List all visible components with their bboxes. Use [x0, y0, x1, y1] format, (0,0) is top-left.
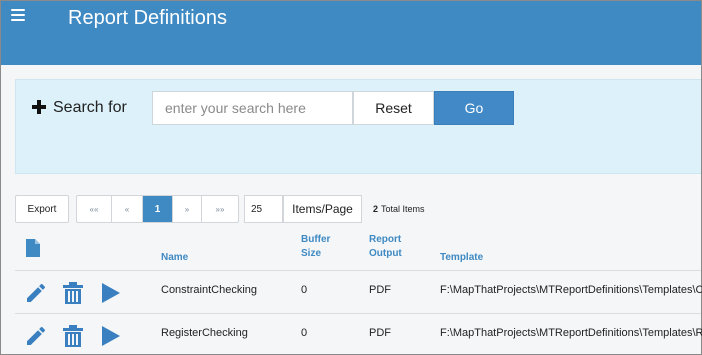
- search-panel: Search for Reset Go: [15, 79, 701, 174]
- pagination: «« « 1 » »»: [76, 195, 239, 223]
- cell-template: F:\MapThatProjects\MTReportDefinitions\T…: [440, 327, 702, 339]
- trash-icon[interactable]: [62, 324, 84, 348]
- cell-name: ConstraintChecking: [161, 284, 257, 296]
- column-header-template[interactable]: Template: [440, 251, 483, 265]
- go-button[interactable]: Go: [434, 91, 514, 125]
- cell-name: RegisterChecking: [161, 327, 248, 339]
- hamburger-menu-icon[interactable]: [11, 9, 25, 21]
- total-label: Total Items: [381, 204, 425, 214]
- column-header-report-output-line2: Output: [369, 248, 402, 259]
- column-header-buffer-size-line1: Buffer: [301, 234, 331, 245]
- play-icon[interactable]: [101, 281, 121, 305]
- trash-icon[interactable]: [62, 281, 84, 305]
- total-count: 2: [373, 204, 379, 214]
- table-row[interactable]: RegisterChecking 0 PDF F:\MapThatProject…: [15, 314, 702, 355]
- search-input[interactable]: [152, 91, 353, 125]
- first-page-button[interactable]: ««: [77, 196, 112, 222]
- document-icon: [26, 239, 40, 257]
- cell-template: F:\MapThatProjects\MTReportDefinitions\T…: [440, 284, 702, 296]
- last-page-button[interactable]: »»: [202, 196, 238, 222]
- table-row[interactable]: ConstraintChecking 0 PDF F:\MapThatProje…: [15, 271, 702, 314]
- column-header-report-output[interactable]: Report Output: [369, 233, 402, 261]
- column-header-buffer-size-line2: Size: [301, 248, 322, 259]
- cell-buffer-size: 0: [301, 284, 308, 296]
- edit-pencil-icon[interactable]: [24, 281, 48, 305]
- table-header: Name Buffer Size Report Output Template: [15, 229, 701, 271]
- cell-report-output: PDF: [369, 284, 391, 296]
- cell-report-output: PDF: [369, 327, 391, 339]
- reset-button[interactable]: Reset: [353, 91, 434, 125]
- column-header-report-output-line1: Report: [369, 234, 402, 245]
- export-button[interactable]: Export: [15, 195, 69, 223]
- edit-pencil-icon[interactable]: [24, 324, 48, 348]
- plus-icon[interactable]: [32, 100, 46, 114]
- play-icon[interactable]: [101, 324, 121, 348]
- app-header: Report Definitions: [1, 1, 701, 65]
- next-page-button[interactable]: »: [173, 196, 202, 222]
- page-1-button[interactable]: 1: [143, 196, 173, 222]
- search-label: Search for: [53, 99, 127, 116]
- page-title: Report Definitions: [68, 7, 227, 29]
- total-items: 2 Total Items: [373, 204, 425, 214]
- column-header-name[interactable]: Name: [161, 251, 188, 265]
- page-size-input[interactable]: [244, 195, 283, 223]
- items-per-page-button[interactable]: Items/Page: [283, 195, 362, 223]
- cell-buffer-size: 0: [301, 327, 308, 339]
- report-table: Name Buffer Size Report Output Template …: [15, 229, 702, 355]
- column-header-buffer-size[interactable]: Buffer Size: [301, 233, 330, 261]
- prev-page-button[interactable]: «: [112, 196, 143, 222]
